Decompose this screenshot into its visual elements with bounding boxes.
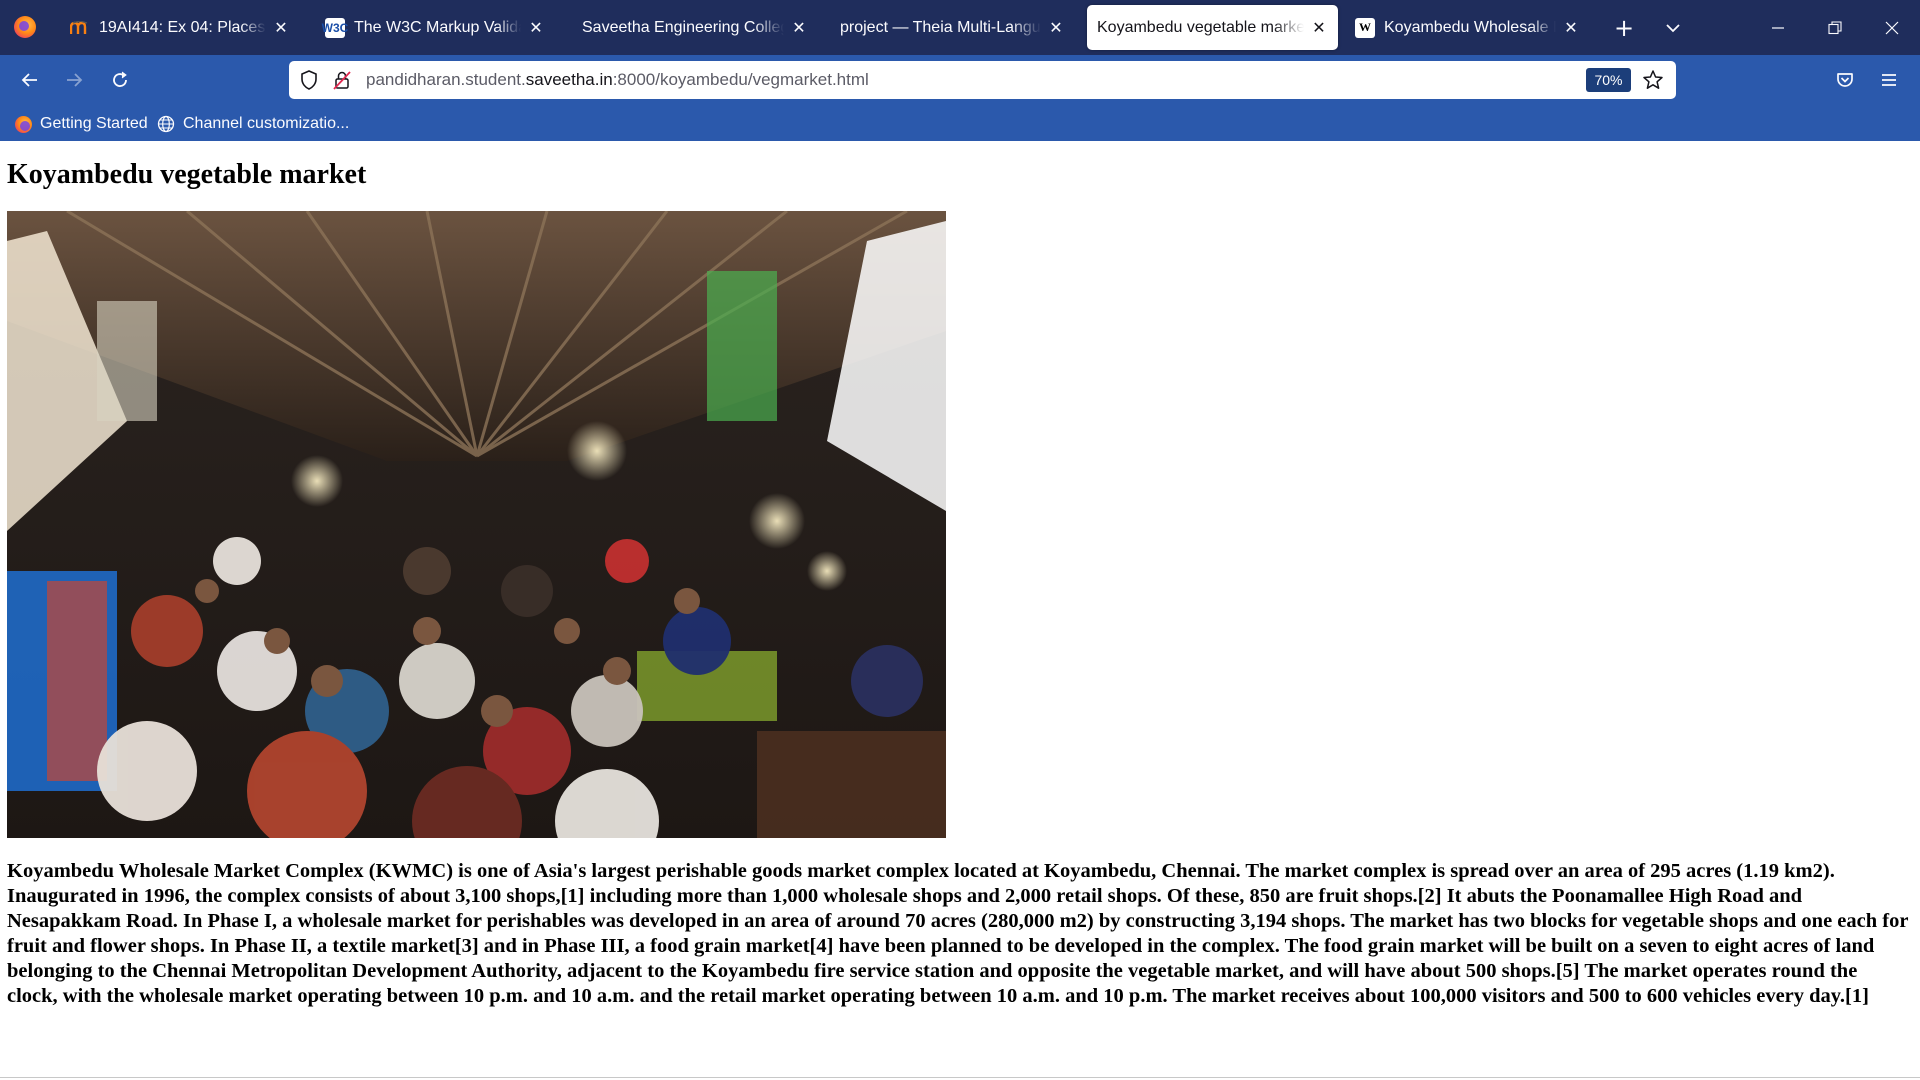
- navigation-toolbar: pandidharan.student.saveetha.in:8000/koy…: [0, 55, 1920, 106]
- bookmark-star-icon[interactable]: [1642, 69, 1664, 91]
- close-tab-icon[interactable]: ✕: [272, 19, 290, 37]
- hamburger-menu-icon: [1882, 74, 1896, 86]
- tab-moodle[interactable]: 19AI414: Ex 04: Places Around ✕: [60, 5, 300, 50]
- arrow-right-icon: [67, 73, 83, 87]
- pocket-icon: [1837, 73, 1853, 87]
- tab-title: Koyambedu Wholesale Market: [1384, 18, 1556, 36]
- zoom-level-button[interactable]: 70%: [1586, 68, 1631, 92]
- browser-chrome: 19AI414: Ex 04: Places Around ✕ W3C The …: [0, 0, 1920, 141]
- close-window-button[interactable]: [1864, 0, 1920, 55]
- new-tab-button[interactable]: +: [1604, 8, 1644, 48]
- tab-title: Koyambedu vegetable market: [1097, 18, 1304, 36]
- insecure-lock-icon[interactable]: [332, 70, 352, 90]
- tab-theia-project[interactable]: project — Theia Multi-Language ✕: [830, 5, 1075, 50]
- tab-title: 19AI414: Ex 04: Places Around: [99, 18, 266, 36]
- restore-icon: [1828, 20, 1842, 34]
- close-tab-icon[interactable]: ✕: [527, 19, 545, 37]
- bookmark-label: Getting Started: [40, 115, 148, 132]
- tab-title: project — Theia Multi-Language: [840, 18, 1041, 36]
- page-title: Koyambedu vegetable market: [7, 159, 367, 190]
- url-text[interactable]: pandidharan.student.saveetha.in:8000/koy…: [366, 70, 869, 90]
- tab-title: Saveetha Engineering College: [582, 18, 784, 36]
- tab-title: The W3C Markup Validation Service: [354, 18, 521, 36]
- app-menu-button[interactable]: [1870, 61, 1908, 99]
- market-crowd-photo: [7, 211, 946, 838]
- tab-koyambedu-vegetable-market[interactable]: Koyambedu vegetable market ✕: [1087, 5, 1338, 50]
- close-tab-icon[interactable]: ✕: [1310, 19, 1328, 37]
- list-all-tabs-button[interactable]: [1653, 8, 1693, 48]
- divider: [0, 1077, 1920, 1078]
- close-icon: [1885, 21, 1899, 34]
- bookmark-channel-customization[interactable]: Channel customizatio...: [157, 112, 349, 136]
- chevron-down-icon: [1666, 24, 1680, 33]
- back-button[interactable]: [11, 61, 49, 99]
- market-description: Koyambedu Wholesale Market Complex (KWMC…: [7, 860, 1909, 1007]
- reload-button[interactable]: [101, 61, 139, 99]
- arrow-left-icon: [21, 73, 37, 87]
- page-content: Koyambedu vegetable market Koyambedu Who…: [0, 141, 1920, 1080]
- wikipedia-icon: W: [1355, 17, 1375, 38]
- firefox-menu-button[interactable]: [8, 8, 42, 46]
- minimize-icon: [1772, 26, 1784, 29]
- pocket-button[interactable]: [1826, 61, 1864, 99]
- tab-w3c-validator[interactable]: W3C The W3C Markup Validation Service ✕: [315, 5, 555, 50]
- url-prefix: pandidharan.student.: [366, 70, 526, 89]
- url-path: :8000/koyambedu/vegmarket.html: [612, 70, 869, 89]
- bookmarks-toolbar: Getting Started Channel customizatio...: [0, 106, 1920, 141]
- close-tab-icon[interactable]: ✕: [790, 19, 808, 37]
- firefox-icon: [14, 115, 32, 133]
- bookmark-label: Channel customizatio...: [183, 115, 350, 132]
- restore-button[interactable]: [1807, 0, 1863, 55]
- globe-icon: [157, 115, 175, 133]
- firefox-icon: [14, 16, 36, 38]
- moodle-icon: [70, 18, 90, 38]
- close-tab-icon[interactable]: ✕: [1562, 19, 1580, 37]
- address-bar[interactable]: pandidharan.student.saveetha.in:8000/koy…: [289, 61, 1676, 99]
- plus-icon: +: [1613, 14, 1635, 42]
- minimize-button[interactable]: [1750, 0, 1806, 55]
- tab-koyambedu-wikipedia[interactable]: W Koyambedu Wholesale Market ✕: [1345, 5, 1590, 50]
- tab-strip: 19AI414: Ex 04: Places Around ✕ W3C The …: [0, 0, 1920, 55]
- close-tab-icon[interactable]: ✕: [1047, 19, 1065, 37]
- tab-saveetha[interactable]: Saveetha Engineering College ✕: [572, 5, 818, 50]
- forward-button[interactable]: [55, 61, 93, 99]
- bookmark-getting-started[interactable]: Getting Started: [14, 112, 148, 136]
- shield-icon[interactable]: [299, 70, 319, 90]
- w3c-icon: W3C: [322, 17, 348, 38]
- reload-icon: [113, 71, 127, 87]
- url-domain: saveetha.in: [525, 70, 613, 89]
